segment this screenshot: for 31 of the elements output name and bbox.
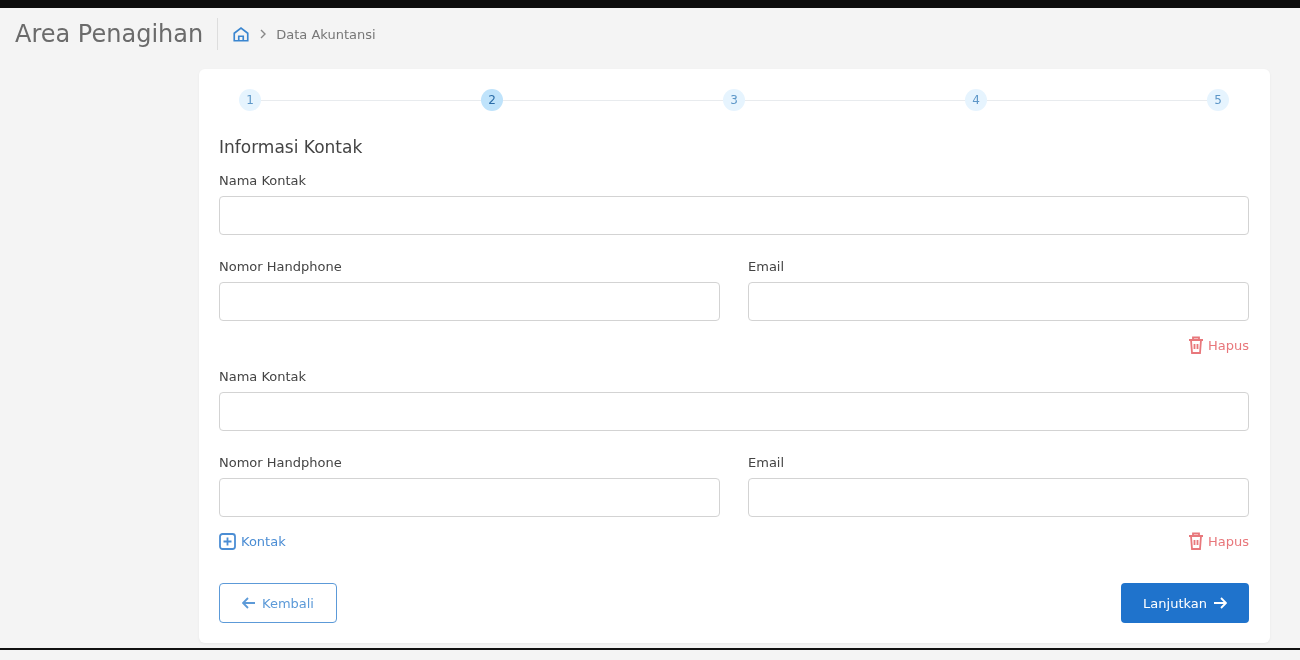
breadcrumb-item[interactable]: Data Akuntansi bbox=[276, 26, 376, 42]
field-label: Email bbox=[748, 455, 786, 470]
field-label: Email bbox=[748, 259, 786, 274]
arrow-right-icon bbox=[1213, 597, 1227, 609]
input-field[interactable] bbox=[219, 196, 1249, 235]
arrow-left-icon bbox=[242, 597, 256, 609]
field-label: Nama Kontak bbox=[219, 173, 308, 188]
input-field[interactable] bbox=[748, 478, 1249, 517]
input-field[interactable] bbox=[219, 282, 720, 321]
next-button[interactable]: Lanjutkan bbox=[1121, 583, 1249, 623]
step-indicator[interactable]: 4 bbox=[965, 89, 987, 111]
input-field[interactable] bbox=[219, 478, 720, 517]
field-label: Nama Kontak bbox=[219, 369, 308, 384]
delete-button[interactable]: Hapus bbox=[1188, 336, 1249, 354]
field-label: Nomor Handphone bbox=[219, 259, 343, 274]
delete-button[interactable]: Hapus bbox=[1188, 532, 1249, 550]
step-indicator[interactable]: 1 bbox=[239, 89, 261, 111]
step-indicator[interactable]: 3 bbox=[723, 89, 745, 111]
trash-icon bbox=[1188, 532, 1204, 550]
step-indicator[interactable]: 5 bbox=[1207, 89, 1229, 111]
step-indicator[interactable]: 2 bbox=[481, 89, 503, 111]
page-title: Area Penagihan bbox=[15, 18, 219, 50]
plus-square-icon bbox=[219, 532, 236, 550]
home-icon[interactable] bbox=[232, 25, 251, 43]
field-label: Nomor Handphone bbox=[219, 455, 343, 470]
trash-icon bbox=[1188, 336, 1204, 354]
input-field[interactable] bbox=[748, 282, 1249, 321]
back-button[interactable]: Kembali bbox=[219, 583, 337, 623]
section-title: Informasi Kontak bbox=[219, 137, 364, 157]
add-contact-button[interactable]: Kontak bbox=[219, 532, 286, 550]
input-field[interactable] bbox=[219, 392, 1249, 431]
